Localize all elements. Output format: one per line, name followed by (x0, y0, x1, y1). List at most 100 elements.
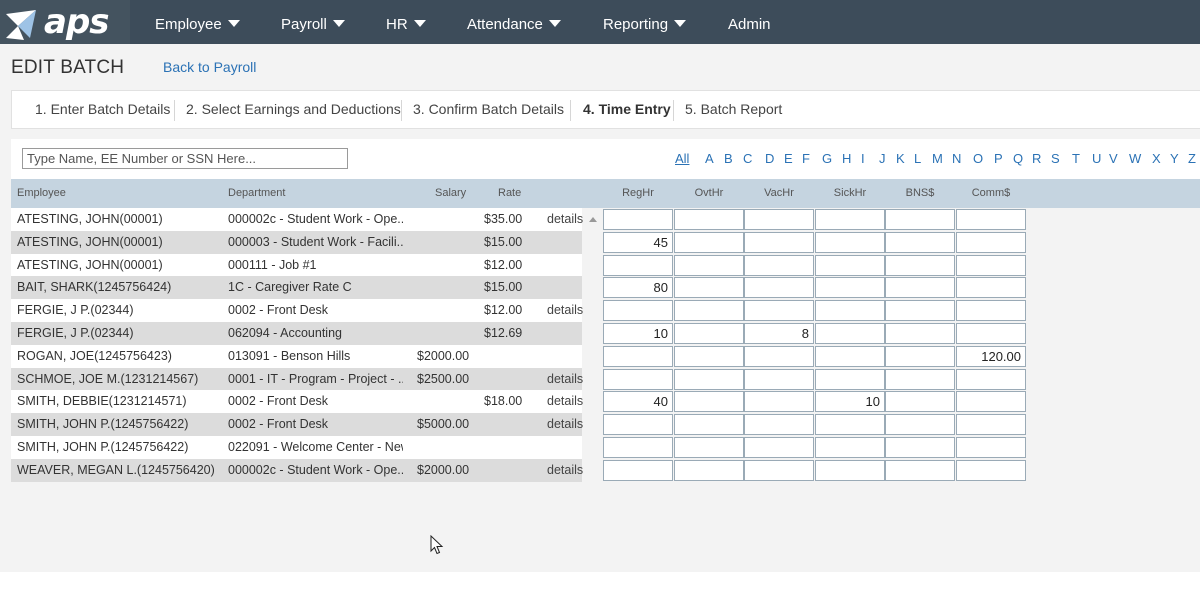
alpha-filter-x[interactable]: X (1152, 151, 1161, 166)
alpha-filter-b[interactable]: B (724, 151, 733, 166)
hours-input-reghr[interactable] (603, 459, 673, 481)
col-employee[interactable]: Employee (17, 179, 66, 208)
hours-input-sickhr[interactable] (815, 300, 885, 322)
hours-input-reghr[interactable] (603, 209, 673, 230)
wizard-step-2[interactable]: 2. Select Earnings and Deductions (186, 91, 401, 128)
details-link[interactable]: details (547, 368, 583, 391)
nav-item-reporting[interactable]: Reporting (603, 0, 687, 44)
hours-input-vachr[interactable] (744, 368, 814, 390)
col-salary[interactable]: Salary (435, 179, 466, 208)
table-row[interactable]: SCHMOE, JOE M.(1231214567) 0001 - IT - Pr… (11, 367, 583, 391)
col-comm-dollars[interactable]: Comm$ (956, 179, 1026, 208)
hours-input-vachr[interactable] (744, 345, 814, 367)
alpha-filter-o[interactable]: O (973, 151, 983, 166)
hours-input-vachr[interactable] (744, 254, 814, 276)
nav-item-hr[interactable]: HR (386, 0, 426, 44)
hours-input-ovthr[interactable] (674, 323, 744, 344)
hours-input-ovthr[interactable] (674, 300, 744, 322)
hours-input-ovthr[interactable] (674, 254, 744, 276)
hours-input-reghr[interactable] (603, 368, 673, 390)
col-vachr[interactable]: VacHr (744, 179, 814, 208)
hours-input-bns-dollars[interactable] (885, 368, 955, 390)
hours-input-sickhr[interactable] (815, 209, 885, 230)
alpha-filter-s[interactable]: S (1051, 151, 1060, 166)
col-department[interactable]: Department (228, 179, 285, 208)
hours-input-comm-dollars[interactable]: 120.00 (956, 345, 1026, 367)
alpha-filter-y[interactable]: Y (1170, 151, 1179, 166)
hours-input-comm-dollars[interactable] (956, 414, 1026, 436)
details-link[interactable]: details (547, 413, 583, 436)
wizard-step-1[interactable]: 1. Enter Batch Details (35, 91, 170, 128)
details-link[interactable]: details (547, 459, 583, 482)
hours-input-vachr[interactable] (744, 300, 814, 322)
alpha-filter-z[interactable]: Z (1188, 151, 1196, 166)
hours-input-bns-dollars[interactable] (885, 254, 955, 276)
hours-input-vachr[interactable] (744, 277, 814, 299)
hours-input-bns-dollars[interactable] (885, 300, 955, 322)
hours-input-comm-dollars[interactable] (956, 323, 1026, 344)
hours-input-bns-dollars[interactable] (885, 231, 955, 253)
hours-input-sickhr[interactable] (815, 323, 885, 344)
hours-input-reghr[interactable]: 40 (603, 391, 673, 413)
hours-input-ovthr[interactable] (674, 437, 744, 458)
hours-input-reghr[interactable] (603, 437, 673, 458)
col-sickhr[interactable]: SickHr (815, 179, 885, 208)
hours-input-reghr[interactable] (603, 345, 673, 367)
alpha-filter-j[interactable]: J (879, 151, 886, 166)
alpha-filter-a[interactable]: A (705, 151, 714, 166)
aps-logo[interactable]: aps (0, 0, 130, 44)
hours-input-ovthr[interactable] (674, 209, 744, 230)
wizard-step-5[interactable]: 5. Batch Report (685, 91, 782, 128)
employee-search-input[interactable] (22, 148, 348, 169)
alpha-filter-e[interactable]: E (784, 151, 793, 166)
hours-input-bns-dollars[interactable] (885, 459, 955, 481)
nav-item-employee[interactable]: Employee (155, 0, 240, 44)
table-row[interactable]: BAIT, SHARK(1245756424) 1C - Caregiver Ra… (11, 276, 582, 300)
hours-input-ovthr[interactable] (674, 277, 744, 299)
hours-input-bns-dollars[interactable] (885, 277, 955, 299)
hours-input-sickhr[interactable] (815, 231, 885, 253)
alpha-filter-c[interactable]: C (743, 151, 752, 166)
hours-input-comm-dollars[interactable] (956, 368, 1026, 390)
nav-item-admin[interactable]: Admin (728, 0, 771, 44)
details-link[interactable]: details (547, 208, 583, 231)
hours-input-reghr[interactable] (603, 300, 673, 322)
table-row[interactable]: WEAVER, MEGAN L.(1245756420) 000002c - St… (11, 458, 583, 482)
hours-input-vachr[interactable] (744, 437, 814, 458)
table-row[interactable]: ATESTING, JOHN(00001) 000002c - Student W… (11, 208, 583, 231)
hours-input-vachr[interactable] (744, 414, 814, 436)
table-row[interactable]: SMITH, DEBBIE(1231214571) 0002 - Front De… (11, 390, 583, 414)
alpha-filter-all[interactable]: All (675, 151, 689, 166)
hours-input-sickhr[interactable] (815, 368, 885, 390)
alpha-filter-q[interactable]: Q (1013, 151, 1023, 166)
hours-input-bns-dollars[interactable] (885, 323, 955, 344)
alpha-filter-t[interactable]: T (1072, 151, 1080, 166)
table-row[interactable]: SMITH, JOHN P.(1245756422) 0002 - Front D… (11, 413, 583, 437)
hours-input-comm-dollars[interactable] (956, 231, 1026, 253)
col-reghr[interactable]: RegHr (603, 179, 673, 208)
hours-input-ovthr[interactable] (674, 391, 744, 413)
col-bns-dollars[interactable]: BNS$ (885, 179, 955, 208)
alpha-filter-u[interactable]: U (1092, 151, 1101, 166)
hours-input-bns-dollars[interactable] (885, 437, 955, 458)
scroll-up-icon[interactable] (589, 217, 597, 222)
hours-input-ovthr[interactable] (674, 368, 744, 390)
hours-input-sickhr[interactable]: 10 (815, 391, 885, 413)
hours-input-comm-dollars[interactable] (956, 254, 1026, 276)
hours-input-comm-dollars[interactable] (956, 437, 1026, 458)
hours-input-bns-dollars[interactable] (885, 391, 955, 413)
details-link[interactable]: details (547, 390, 583, 413)
hours-input-bns-dollars[interactable] (885, 209, 955, 230)
hours-input-sickhr[interactable] (815, 254, 885, 276)
wizard-step-4[interactable]: 4. Time Entry (583, 91, 671, 128)
hours-input-ovthr[interactable] (674, 345, 744, 367)
alpha-filter-g[interactable]: G (822, 151, 832, 166)
hours-input-ovthr[interactable] (674, 414, 744, 436)
hours-input-sickhr[interactable] (815, 459, 885, 481)
hours-input-comm-dollars[interactable] (956, 459, 1026, 481)
hours-input-comm-dollars[interactable] (956, 277, 1026, 299)
alpha-filter-l[interactable]: L (914, 151, 921, 166)
hours-input-vachr[interactable] (744, 231, 814, 253)
table-row[interactable]: ATESTING, JOHN(00001) 000111 - Job #1 $12.… (11, 253, 582, 277)
nav-item-attendance[interactable]: Attendance (467, 0, 561, 44)
